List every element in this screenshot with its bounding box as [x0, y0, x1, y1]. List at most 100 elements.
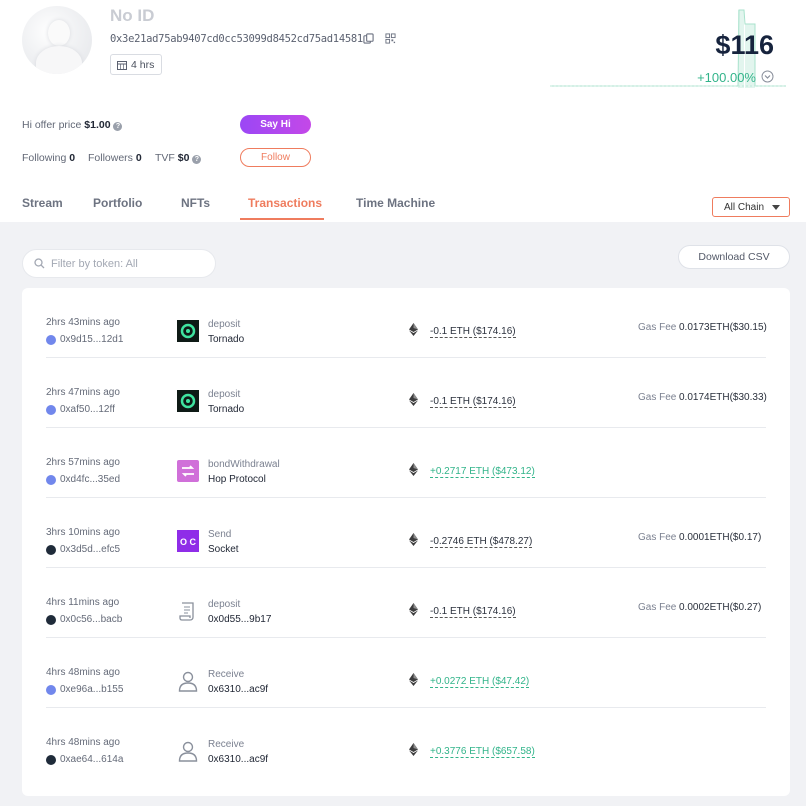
tx-time: 4hrs 11mins ago — [46, 597, 120, 608]
wallet-address: 0x3e21ad75ab9407cd0cc53099d8452cd75ad145… — [110, 33, 363, 45]
follow-button[interactable]: Follow — [240, 148, 311, 167]
tab-nfts[interactable]: NFTs — [181, 196, 210, 210]
ethereum-chain-icon — [46, 684, 56, 695]
token-filter-input[interactable] — [51, 257, 201, 270]
following-label: Following — [22, 152, 67, 164]
transaction-row[interactable]: 2hrs 57mins ago 0xd4fc...35ed bondWithdr… — [46, 428, 766, 498]
user-icon — [177, 670, 199, 692]
help-icon[interactable]: ? — [113, 122, 123, 131]
gas-fee-label: Gas Fee — [638, 392, 677, 403]
svg-text:O C: O C — [180, 537, 197, 547]
arbitrum-chain-icon — [46, 544, 56, 555]
token-filter[interactable] — [22, 249, 216, 278]
tvf-value: $0 — [177, 152, 190, 164]
socket-icon: O C — [177, 530, 199, 552]
tx-hash[interactable]: 0x9d15...12d1 — [46, 334, 123, 345]
tab-portfolio[interactable]: Portfolio — [93, 196, 142, 210]
tx-action: deposit — [208, 599, 241, 610]
tx-time: 2hrs 43mins ago — [46, 317, 120, 328]
tx-counterparty[interactable]: Socket — [208, 544, 239, 555]
followers-count[interactable]: Followers 0 — [88, 152, 142, 164]
tx-action: Receive — [208, 669, 245, 680]
tx-time: 4hrs 48mins ago — [46, 737, 120, 748]
tx-action: Receive — [208, 739, 245, 750]
avatar — [22, 6, 92, 74]
tx-hash[interactable]: 0xd4fc...35ed — [46, 474, 120, 485]
tx-counterparty[interactable]: 0x0d55...9b17 — [208, 614, 271, 625]
tab-stream[interactable]: Stream — [22, 196, 63, 210]
help-icon[interactable]: ? — [192, 155, 202, 164]
gas-fee-value: 0.0002ETH($0.27) — [679, 602, 762, 613]
tx-amount: +0.2717 ETH ($473.12) — [430, 466, 535, 478]
following-count[interactable]: Following 0 — [22, 152, 75, 164]
download-csv-button[interactable]: Download CSV — [678, 245, 790, 269]
tx-hash-text: 0xae64...614a — [60, 754, 124, 765]
ethereum-chain-icon — [46, 404, 56, 415]
user-icon — [177, 740, 199, 762]
transaction-row[interactable]: 3hrs 10mins ago 0x3d5d...efc5 O C Send S… — [46, 498, 766, 568]
tx-amount: -0.2746 ETH ($478.27) — [430, 536, 533, 548]
arbitrum-chain-icon — [46, 754, 56, 765]
transaction-row[interactable]: 2hrs 43mins ago 0x9d15...12d1 deposit To… — [46, 288, 767, 358]
copy-icon[interactable] — [363, 33, 374, 44]
transaction-row[interactable]: 4hrs 11mins ago 0x0c56...bacb deposit 0x… — [46, 568, 766, 638]
transaction-row[interactable]: 2hrs 47mins ago 0xaf50...12ff deposit To… — [46, 358, 767, 428]
tab-transactions[interactable]: Transactions — [248, 196, 322, 210]
tx-hash-text: 0x0c56...bacb — [60, 614, 123, 625]
tx-hash-text: 0x9d15...12d1 — [60, 334, 124, 345]
tx-amount: -0.1 ETH ($174.16) — [430, 326, 516, 338]
tx-hash[interactable]: 0x0c56...bacb — [46, 614, 122, 625]
tx-counterparty[interactable]: 0x6310...ac9f — [208, 684, 268, 695]
tx-counterparty[interactable]: Tornado — [208, 334, 244, 345]
tx-amount: -0.1 ETH ($174.16) — [430, 606, 516, 618]
arbitrum-chain-icon — [46, 614, 56, 625]
tx-hash[interactable]: 0xe96a...b155 — [46, 684, 123, 695]
hop-protocol-icon — [177, 460, 199, 482]
ethereum-chain-icon — [46, 474, 56, 485]
gas-fee-label: Gas Fee — [638, 322, 677, 333]
tx-hash[interactable]: 0xae64...614a — [46, 754, 123, 765]
transaction-row[interactable]: 4hrs 48mins ago 0xe96a...b155 Receive 0x… — [46, 638, 766, 708]
tx-action: Send — [208, 529, 232, 540]
eth-icon — [409, 463, 418, 476]
hi-offer-price: Hi offer price $1.00 ? — [22, 119, 123, 131]
tx-amount: -0.1 ETH ($174.16) — [430, 396, 516, 408]
tx-counterparty[interactable]: Tornado — [208, 404, 244, 415]
transaction-row[interactable]: 4hrs 48mins ago 0xae64...614a Receive 0x… — [46, 708, 766, 778]
tx-hash[interactable]: 0x3d5d...efc5 — [46, 544, 120, 555]
search-icon — [34, 258, 45, 269]
calendar-icon — [117, 60, 127, 70]
wallet-age: 4 hrs — [131, 58, 155, 71]
caret-down-icon — [772, 204, 781, 210]
chain-filter-select[interactable]: All Chain — [712, 197, 790, 217]
tornado-icon — [177, 390, 199, 412]
tx-time: 2hrs 47mins ago — [46, 387, 120, 398]
eth-icon — [409, 603, 418, 616]
eth-icon — [409, 533, 418, 546]
tx-action: deposit — [208, 389, 241, 400]
tx-counterparty[interactable]: Hop Protocol — [208, 474, 266, 485]
hi-offer-label: Hi offer price — [22, 119, 82, 131]
eth-icon — [409, 393, 418, 406]
tx-counterparty[interactable]: 0x6310...ac9f — [208, 754, 268, 765]
tvf-label: TVF — [155, 152, 175, 164]
following-value: 0 — [69, 152, 76, 164]
tornado-icon — [177, 320, 199, 342]
chain-filter-label: All Chain — [724, 201, 765, 213]
gas-fee-value: 0.0173ETH($30.15) — [679, 322, 767, 333]
hi-offer-value: $1.00 — [84, 119, 111, 131]
tx-hash-text: 0xd4fc...35ed — [60, 474, 121, 485]
tx-hash[interactable]: 0xaf50...12ff — [46, 404, 115, 415]
transactions-list: 2hrs 43mins ago 0x9d15...12d1 deposit To… — [22, 288, 790, 796]
balance-value: $116 — [715, 30, 774, 60]
gas-fee-value: 0.0174ETH($30.33) — [679, 392, 767, 403]
chevron-down-icon[interactable] — [761, 70, 774, 83]
say-hi-button[interactable]: Say Hi — [240, 115, 311, 134]
tx-time: 2hrs 57mins ago — [46, 457, 120, 468]
active-tab-indicator — [240, 218, 324, 220]
tx-time: 4hrs 48mins ago — [46, 667, 120, 678]
eth-icon — [409, 743, 418, 756]
tx-amount: +0.3776 ETH ($657.58) — [430, 746, 535, 758]
qr-code-icon[interactable] — [385, 33, 396, 44]
tab-time-machine[interactable]: Time Machine — [356, 196, 435, 210]
